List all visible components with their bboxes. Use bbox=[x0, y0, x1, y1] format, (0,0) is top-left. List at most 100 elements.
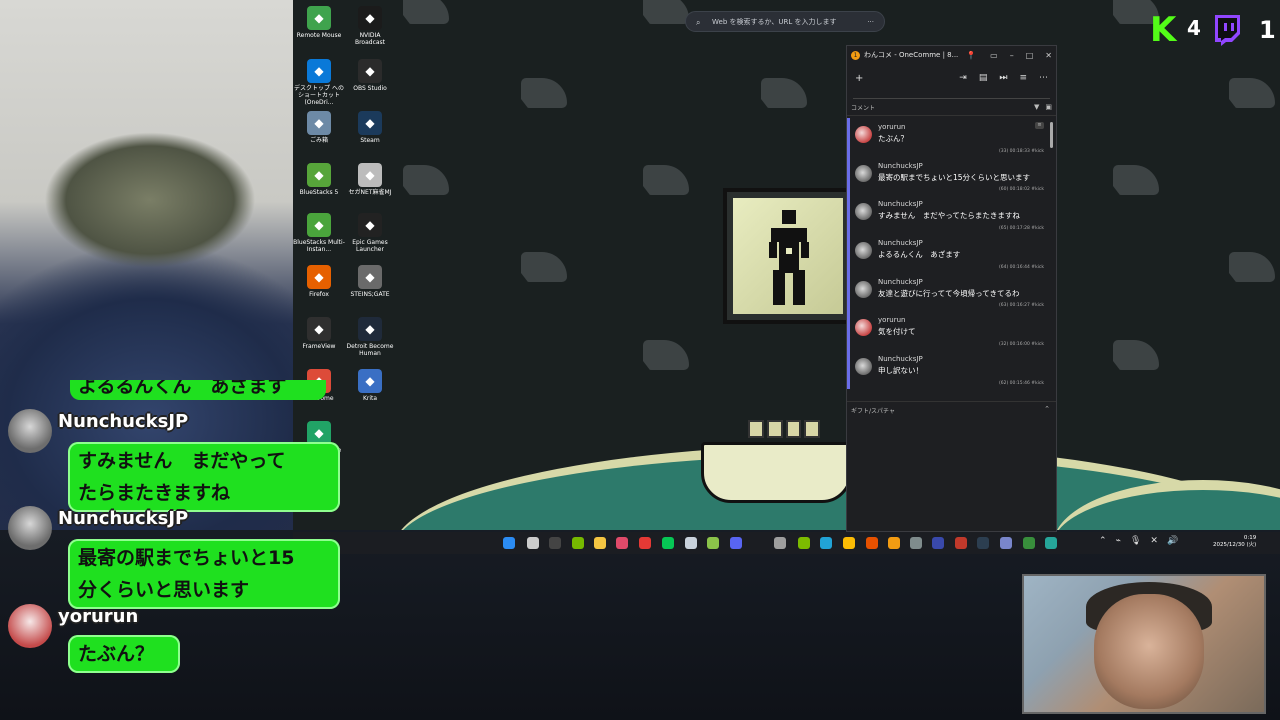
more-options-icon[interactable]: ⋯ bbox=[1039, 73, 1048, 83]
desktop-icon-krita[interactable]: ◆ Krita bbox=[344, 366, 396, 402]
discord-icon[interactable] bbox=[730, 537, 742, 549]
minimize-icon[interactable]: – bbox=[1010, 51, 1014, 60]
detroit-icon: ◆ bbox=[358, 317, 382, 341]
mic-icon[interactable]: 🎙 bbox=[1130, 536, 1141, 546]
comment-author: yorurun bbox=[878, 123, 906, 131]
comment-item[interactable]: NunchucksJP 最寄の駅までちょいと15分くらいと思います (60) 00:… bbox=[847, 156, 1052, 196]
desktop-icon-label: Detroit Become Human bbox=[346, 343, 394, 357]
desktop-icon-bluestacks[interactable]: ◆ BlueStacks 5 bbox=[293, 160, 345, 196]
comment-section-label: コメント bbox=[851, 104, 876, 112]
desktop-icon-frameview[interactable]: ◆ FrameView bbox=[293, 314, 345, 350]
onecomme-toolbar: + ⇥ ▤ ⏭ ≡ ⋯ bbox=[847, 64, 1056, 92]
app-6-icon[interactable] bbox=[977, 537, 989, 549]
desktop-icon-remote-mouse[interactable]: ◆ Remote Mouse bbox=[293, 3, 345, 39]
desktop-icon-mahjong[interactable]: ◆ セガNET麻雀MJ bbox=[344, 160, 396, 196]
comment-item[interactable]: yorurun たぶん？ (33) 00:18:33 #kick ≡ bbox=[847, 118, 1052, 157]
browser-address-bar[interactable]: ⌕ Web を検索するか、URL を入力します ··· bbox=[685, 11, 885, 32]
app-2-icon[interactable] bbox=[866, 537, 878, 549]
comment-author: NunchucksJP bbox=[878, 277, 923, 286]
comment-text: すみません まだやってたらまたきますね bbox=[878, 211, 1020, 221]
comment-text: よるるんくん あざます bbox=[878, 250, 961, 260]
onecomme-app-icon: 1 bbox=[851, 50, 860, 60]
layout-icon[interactable]: ▭ bbox=[990, 51, 998, 60]
tray-expand-icon[interactable]: ⌃ bbox=[1099, 536, 1107, 546]
filter-icon[interactable]: ▼ bbox=[1034, 103, 1039, 111]
notes-icon[interactable] bbox=[707, 537, 719, 549]
desktop-icon-epic-games[interactable]: ◆ Epic Games Launcher bbox=[344, 210, 396, 253]
moon-sprite bbox=[521, 78, 567, 108]
desktop-icon-steam[interactable]: ◆ Steam bbox=[344, 108, 396, 144]
app-1-icon[interactable] bbox=[774, 537, 786, 549]
comment-meta: (64) 00:16:44 #kick bbox=[998, 264, 1044, 270]
add-button[interactable]: + bbox=[855, 73, 863, 84]
volume-icon[interactable]: 🔊 bbox=[1167, 536, 1178, 546]
clock[interactable]: 0:19 2025/12/30 (火) bbox=[1213, 535, 1256, 549]
clock-time: 0:19 bbox=[1243, 535, 1257, 541]
edge-taskbar-icon[interactable] bbox=[820, 537, 832, 549]
avatar bbox=[855, 319, 872, 337]
firefox-icon: ◆ bbox=[307, 265, 331, 289]
more-icon[interactable]: ··· bbox=[867, 12, 874, 33]
chat-line: たらまたきますね bbox=[78, 482, 231, 504]
list-icon[interactable]: ≡ bbox=[1019, 73, 1027, 83]
panel-icon[interactable]: ▤ bbox=[979, 73, 988, 83]
desktop-icon-recycle-bin[interactable]: ◆ ごみ箱 bbox=[293, 108, 345, 144]
pin-icon[interactable]: 📍 bbox=[966, 51, 976, 60]
app-red-icon[interactable] bbox=[616, 537, 628, 549]
close-tray-icon[interactable]: ✕ bbox=[1150, 536, 1158, 546]
folder-icon[interactable] bbox=[594, 537, 606, 549]
krita-icon: ◆ bbox=[358, 369, 382, 393]
moon-sprite bbox=[643, 165, 689, 195]
window-icon[interactable]: ▣ bbox=[1045, 103, 1052, 111]
comment-item[interactable]: NunchucksJP よるるんくん あざます (64) 00:16:44 #kic… bbox=[847, 234, 1052, 273]
facecam-inset bbox=[1022, 574, 1266, 714]
skip-icon[interactable]: ⏭ bbox=[999, 73, 1007, 83]
taskview-icon[interactable] bbox=[527, 537, 539, 549]
nvidia-taskbar-icon[interactable] bbox=[572, 537, 584, 549]
comment-text: 申し訳ない！ bbox=[878, 366, 923, 376]
app-7-icon[interactable] bbox=[1000, 537, 1012, 549]
moon-sprite bbox=[521, 252, 567, 282]
onecomme-taskbar-icon[interactable] bbox=[888, 537, 900, 549]
comment-list[interactable]: yorurun たぶん？ (33) 00:18:33 #kick ≡ Nunchucks… bbox=[847, 118, 1052, 396]
steam-icon: ◆ bbox=[358, 111, 382, 135]
network-icon[interactable]: ⌁ bbox=[1116, 536, 1121, 546]
app-3-icon[interactable] bbox=[910, 537, 922, 549]
start-icon[interactable] bbox=[503, 537, 515, 549]
comment-item[interactable]: NunchucksJP 友達と遊びに行ってて今頃帰ってきてるわ (63) 00:16… bbox=[847, 272, 1052, 312]
steam-taskbar-icon[interactable] bbox=[685, 537, 697, 549]
desktop-icon-firefox[interactable]: ◆ Firefox bbox=[293, 262, 345, 298]
comment-meta: (65) 00:17:28 #kick bbox=[998, 226, 1044, 232]
desktop-icon-bluestacks-multi[interactable]: ◆ BlueStacks Multi-Instan... bbox=[293, 210, 345, 253]
desktop-icon-label: セガNET麻雀MJ bbox=[348, 189, 392, 196]
desktop-icon-label: デスクトップ へのショートカット (OneDri... bbox=[294, 85, 344, 106]
comment-text: 友達と遊びに行ってて今頃帰ってきてるわ bbox=[878, 288, 1020, 298]
desktop-icon-nvidia[interactable]: ◆ NVIDIA Broadcast bbox=[344, 3, 396, 46]
xbox-icon[interactable] bbox=[798, 537, 810, 549]
chrome-taskbar-icon[interactable] bbox=[843, 537, 855, 549]
app-4-icon[interactable] bbox=[932, 537, 944, 549]
app-5-icon[interactable] bbox=[955, 537, 967, 549]
obs-taskbar-icon[interactable] bbox=[549, 537, 561, 549]
chat-bubble: 最寄の駅までちょいと15 分くらいと思います bbox=[68, 539, 340, 609]
comment-item[interactable]: yorurun 気を付けて (32) 00:16:00 #kick bbox=[847, 311, 1052, 351]
comment-item[interactable]: NunchucksJP すみません まだやってたらまたきますね (65) 00:17… bbox=[847, 195, 1052, 235]
gift-section: ギフト/スパチャ ⌃ bbox=[847, 401, 1056, 416]
login-icon[interactable]: ⇥ bbox=[959, 73, 967, 83]
record-icon[interactable] bbox=[639, 537, 651, 549]
close-icon[interactable]: ✕ bbox=[1045, 51, 1052, 60]
app-8-icon[interactable] bbox=[1023, 537, 1035, 549]
desktop-icon-label: BlueStacks Multi-Instan... bbox=[293, 239, 345, 253]
maximize-icon[interactable]: □ bbox=[1026, 51, 1034, 60]
desktop-icon-onedrive[interactable]: ◆ デスクトップ へのショートカット (OneDri... bbox=[293, 56, 345, 106]
collapse-icon[interactable]: ⌃ bbox=[1044, 405, 1050, 413]
comment-item[interactable]: NunchucksJP 申し訳ない！ (62) 00:15:46 #kick bbox=[847, 350, 1052, 389]
desktop-icon-obs[interactable]: ◆ OBS Studio bbox=[344, 56, 396, 92]
comment-scrollbar[interactable] bbox=[1050, 122, 1053, 148]
desktop-icon-detroit[interactable]: ◆ Detroit Become Human bbox=[344, 314, 396, 357]
desktop-icon-steins-gate[interactable]: ◆ STEINS;GATE bbox=[344, 262, 396, 298]
comment-menu-icon[interactable]: ≡ bbox=[1035, 122, 1044, 129]
app-9-icon[interactable] bbox=[1045, 537, 1057, 549]
line-icon[interactable] bbox=[662, 537, 674, 549]
game-scene bbox=[293, 0, 1280, 530]
